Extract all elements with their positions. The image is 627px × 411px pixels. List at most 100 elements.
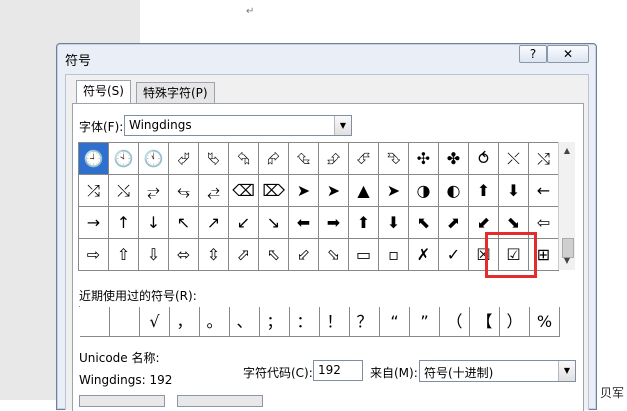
- recent-symbol-cell[interactable]: ”: [410, 307, 440, 337]
- symbol-cell[interactable]: ⤯: [109, 175, 139, 207]
- close-button[interactable]: ✕: [547, 45, 589, 63]
- symbol-cell[interactable]: ✗: [409, 239, 439, 271]
- symbol-cell[interactable]: ▲: [349, 175, 379, 207]
- from-label: 来自(M):: [370, 366, 418, 380]
- symbol-cell[interactable]: ✤: [439, 143, 469, 175]
- symbol-cell[interactable]: ↙: [229, 207, 259, 239]
- recent-symbol-cell[interactable]: [110, 307, 140, 337]
- symbol-cell[interactable]: ⬇: [499, 175, 529, 207]
- recent-symbols-row: √，。、；：！？ “” （【）%: [79, 306, 560, 337]
- symbol-cell[interactable]: 🕙: [109, 143, 139, 175]
- symbol-cell[interactable]: ⬄: [169, 239, 199, 271]
- symbol-cell[interactable]: ⮶: [349, 143, 379, 175]
- recent-symbol-cell[interactable]: ！: [320, 307, 350, 337]
- symbol-cell[interactable]: ⮲: [229, 143, 259, 175]
- chevron-down-icon[interactable]: ▼: [334, 116, 351, 135]
- symbol-cell[interactable]: ⮱: [199, 143, 229, 175]
- symbol-cell[interactable]: ⮴: [289, 143, 319, 175]
- recent-symbol-cell[interactable]: ？: [350, 307, 380, 337]
- symbol-cell[interactable]: ➡: [319, 207, 349, 239]
- symbol-cell[interactable]: ⬈: [439, 207, 469, 239]
- symbol-cell[interactable]: ⇧: [109, 239, 139, 271]
- symbol-cell[interactable]: ⬇: [379, 207, 409, 239]
- symbol-cell[interactable]: ⬅: [289, 207, 319, 239]
- symbol-cell[interactable]: ↑: [109, 207, 139, 239]
- shortcut-key-button[interactable]: [177, 395, 263, 407]
- recent-symbol-cell[interactable]: ，: [170, 307, 200, 337]
- symbol-cell[interactable]: ⬆: [469, 175, 499, 207]
- symbol-cell[interactable]: ⮵: [319, 143, 349, 175]
- font-select[interactable]: Wingdings ▼: [124, 115, 352, 136]
- symbol-cell[interactable]: ⥄: [199, 175, 229, 207]
- symbol-cell[interactable]: ←: [529, 175, 559, 207]
- from-select[interactable]: 符号(十进制) ▼: [419, 360, 576, 382]
- recent-symbol-cell[interactable]: ：: [290, 307, 320, 337]
- char-code-label: 字符代码(C):: [243, 366, 313, 380]
- symbol-cell[interactable]: ⥀: [469, 143, 499, 175]
- recent-symbol-cell[interactable]: [80, 307, 110, 337]
- recent-symbol-cell[interactable]: √: [140, 307, 170, 337]
- recent-symbol-cell[interactable]: ；: [260, 307, 290, 337]
- recent-symbol-cell[interactable]: 、: [230, 307, 260, 337]
- symbol-cell[interactable]: ↗: [199, 207, 229, 239]
- recent-symbol-cell[interactable]: ）: [500, 307, 530, 337]
- recent-symbol-cell[interactable]: %: [530, 307, 560, 337]
- symbol-cell[interactable]: ⬆: [349, 207, 379, 239]
- symbol-cell[interactable]: ⤮: [79, 175, 109, 207]
- symbol-cell[interactable]: ⬂: [319, 239, 349, 271]
- symbol-cell[interactable]: ⤬: [499, 143, 529, 175]
- symbol-cell[interactable]: ⥂: [139, 175, 169, 207]
- chevron-down-icon[interactable]: ▼: [558, 361, 575, 381]
- symbol-cell[interactable]: ✣: [409, 143, 439, 175]
- watermark-text: 贝军: [600, 386, 625, 400]
- recent-label: 近期使用过的符号(R):: [79, 289, 197, 303]
- symbol-cell[interactable]: ➤: [379, 175, 409, 207]
- font-label: 字体(F):: [79, 120, 124, 134]
- symbol-cell[interactable]: ▫: [379, 239, 409, 271]
- recent-symbol-cell[interactable]: （: [440, 307, 470, 337]
- symbol-cell[interactable]: 🕚: [139, 143, 169, 175]
- symbol-cell[interactable]: ⮳: [259, 143, 289, 175]
- recent-symbol-cell[interactable]: 【: [470, 307, 500, 337]
- symbol-cell[interactable]: ⤭: [529, 143, 559, 175]
- symbol-cell[interactable]: ⇳: [199, 239, 229, 271]
- symbol-cell[interactable]: ➤: [319, 175, 349, 207]
- symbol-cell[interactable]: ⇩: [139, 239, 169, 271]
- char-code-input[interactable]: 192: [313, 360, 363, 381]
- scroll-up-icon[interactable]: ▲: [559, 144, 575, 158]
- symbol-cell[interactable]: ➤: [289, 175, 319, 207]
- char-code-value: 192: [318, 363, 341, 377]
- symbol-cell[interactable]: ✓: [439, 239, 469, 271]
- scroll-down-icon[interactable]: ▼: [559, 254, 575, 268]
- symbol-cell[interactable]: ⬃: [289, 239, 319, 271]
- recent-symbol-cell[interactable]: “: [380, 307, 410, 337]
- symbol-cell[interactable]: →: [79, 207, 109, 239]
- symbol-cell[interactable]: ◑: [409, 175, 439, 207]
- font-select-value: Wingdings: [129, 118, 192, 132]
- symbol-cell[interactable]: ⬁: [259, 239, 289, 271]
- tab-special-characters[interactable]: 特殊字符(P): [136, 82, 215, 103]
- paragraph-mark: ↵: [246, 6, 255, 17]
- dialog-title: 符号: [65, 54, 92, 69]
- help-button[interactable]: ?: [519, 45, 547, 63]
- symbol-cell[interactable]: ◐: [439, 175, 469, 207]
- from-select-value: 符号(十进制): [424, 366, 494, 380]
- symbol-cell[interactable]: ⌫: [229, 175, 259, 207]
- symbol-cell[interactable]: ⥃: [169, 175, 199, 207]
- symbol-cell[interactable]: ⮷: [379, 143, 409, 175]
- symbol-cell[interactable]: ▭: [349, 239, 379, 271]
- symbol-cell[interactable]: ⮰: [169, 143, 199, 175]
- symbol-cell[interactable]: 🕘: [79, 143, 109, 175]
- tab-symbols[interactable]: 符号(S): [76, 80, 131, 103]
- symbol-cell[interactable]: ⬀: [229, 239, 259, 271]
- symbol-cell[interactable]: ↖: [169, 207, 199, 239]
- symbol-cell[interactable]: ↘: [259, 207, 289, 239]
- symbol-cell[interactable]: ⇨: [79, 239, 109, 271]
- symbol-cell[interactable]: ⌦: [259, 175, 289, 207]
- symbol-cell[interactable]: ↓: [139, 207, 169, 239]
- unicode-name-label: Unicode 名称:: [79, 351, 160, 365]
- insert-autotext-button[interactable]: [79, 395, 165, 407]
- symbol-cell[interactable]: ⬉: [409, 207, 439, 239]
- symbol-grid-scrollbar[interactable]: ▲ ▼: [558, 142, 575, 270]
- recent-symbol-cell[interactable]: 。: [200, 307, 230, 337]
